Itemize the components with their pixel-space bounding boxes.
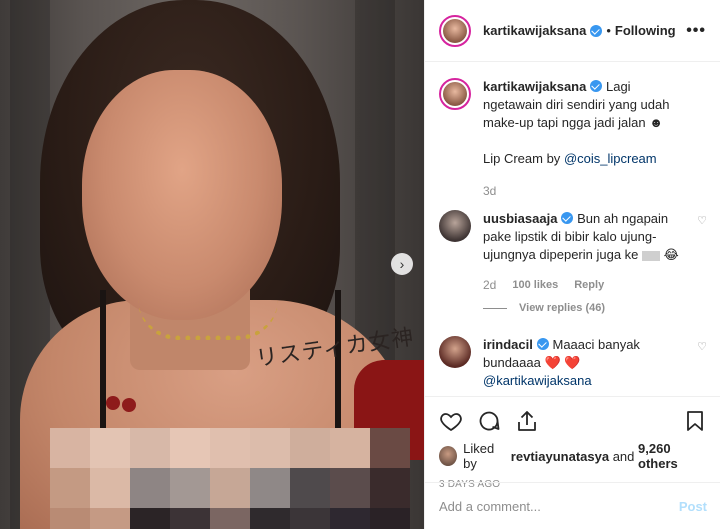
chevron-right-icon: › [399,256,405,272]
more-options-icon[interactable]: ••• [686,22,706,40]
comment-likes[interactable]: 100 likes [512,276,558,294]
liked-by-prefix: Liked by [463,441,495,471]
post-comment-button[interactable]: Post [679,499,707,514]
comment-age[interactable]: 2d [483,276,496,294]
author-avatar[interactable] [439,14,471,47]
likes-count-link[interactable]: 9,260 others [638,441,707,471]
share-icon[interactable] [515,409,539,433]
post-header: kartikawijaksana • Following ••• [425,0,720,62]
commenter-avatar[interactable] [439,210,471,242]
post-photo[interactable]: リスティカ女神 › [0,0,424,529]
author-username[interactable]: kartikawijaksana [483,23,586,38]
comment-input[interactable] [439,498,679,514]
view-replies-button[interactable]: View replies (46) [483,302,707,314]
comment-username[interactable]: uusbiasaaja [483,211,557,226]
caption-username[interactable]: kartikawijaksana [483,79,586,94]
verified-badge-icon [536,338,549,350]
liked-by: Liked by revtiayunatasya and 9,260 other… [439,441,707,471]
view-replies-label: View replies (46) [519,302,606,314]
face [82,70,282,320]
caption: kartikawijaksana Lagi ngetawain diri sen… [439,78,707,200]
following-button[interactable]: Following [615,23,676,38]
censor-pixelation [50,428,410,529]
comment-username[interactable]: irindacil [483,337,533,352]
bookmark-icon[interactable] [683,409,707,433]
verified-badge-icon [561,212,574,224]
verified-badge-icon [590,24,603,37]
post-side-panel: kartikawijaksana • Following ••• kartika… [424,0,720,529]
caption-avatar[interactable] [439,78,471,110]
caption-mention-link[interactable]: @cois_lipcream [564,151,657,166]
comment-like-heart-icon[interactable]: ♡ [697,214,707,227]
action-bar: Liked by revtiayunatasya and 9,260 other… [425,396,720,490]
separator-dot: • [606,23,611,38]
liker-username[interactable]: revtiayunatasya [511,449,609,464]
comment-bubble-icon[interactable] [477,409,501,433]
liker-avatar[interactable] [439,446,458,466]
necklace [138,300,278,340]
strap [100,290,106,450]
comment-item: uusbiasaaja Bun ah ngapain pake lipstik … [439,210,707,294]
caption-lipcream-text: Lip Cream by [483,151,561,166]
strap [335,290,341,450]
comment-like-heart-icon[interactable]: ♡ [697,340,707,353]
comment-emoji: 😂 [663,247,679,262]
blurred-word [642,250,661,261]
next-photo-button[interactable]: › [391,253,413,275]
verified-badge-icon [590,80,603,92]
cherry-tattoo [106,396,120,410]
commenter-avatar[interactable] [439,336,471,368]
caption-emoji: ☻ [649,115,663,130]
heart-icon[interactable] [439,409,463,433]
add-comment-bar: Post [425,482,720,529]
comments-list[interactable]: kartikawijaksana Lagi ngetawain diri sen… [425,62,720,396]
hearts-emoji: ❤️ ❤️ [544,355,581,370]
comment-item: irindacil Maaaci banyak bundaaaa ❤️ ❤️ @… [439,336,707,390]
reply-button[interactable]: Reply [574,276,604,294]
caption-age[interactable]: 3d [483,182,496,200]
comment-mention-link[interactable]: @kartikawijaksana [483,373,592,388]
liked-by-and: and [612,448,635,464]
